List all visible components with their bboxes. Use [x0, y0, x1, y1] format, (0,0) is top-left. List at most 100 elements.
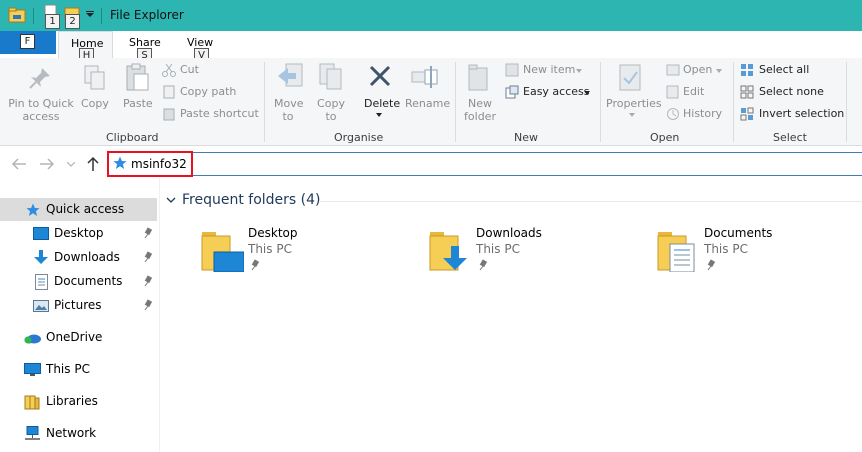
copy-path-icon: [163, 85, 175, 99]
forward-arrow-icon[interactable]: [39, 157, 55, 171]
cut-icon: [162, 63, 176, 77]
group-divider: [264, 62, 265, 142]
new-folder-icon: [468, 64, 488, 91]
easy-access-icon: [505, 85, 519, 99]
properties-button[interactable]: Properties: [606, 97, 662, 110]
ribbon-tab-row: F Home H Share S View V: [0, 31, 862, 63]
frequent-folders-header[interactable]: Frequent folders (4): [182, 192, 321, 208]
pin-icon: [707, 259, 716, 271]
pin-icon[interactable]: [143, 275, 153, 287]
keytip-qat1: 1: [45, 14, 60, 29]
group-divider: [846, 62, 847, 142]
pin-icon[interactable]: [143, 251, 153, 263]
open-group-label: Open: [650, 131, 680, 144]
sidebar-item-documents[interactable]: Documents: [0, 270, 157, 293]
cut-button[interactable]: Cut: [180, 63, 199, 76]
sidebar-item-network[interactable]: Network: [0, 422, 157, 445]
select-none-button[interactable]: Select none: [759, 85, 824, 98]
address-input[interactable]: msinfo32: [131, 157, 187, 171]
delete-button[interactable]: Delete: [364, 97, 400, 110]
edit-button[interactable]: Edit: [683, 85, 704, 98]
sidebar-item-this-pc[interactable]: This PC: [0, 358, 157, 381]
copy-path-button[interactable]: Copy path: [180, 85, 236, 98]
new-item-button[interactable]: New item: [523, 63, 575, 76]
new-folder-label-1: New: [468, 97, 492, 110]
rename-icon: [411, 66, 438, 88]
title-bar: 1 2 File Explorer: [0, 0, 862, 31]
new-folder-button[interactable]: New folder: [462, 97, 498, 123]
pin-to-quick-access-button[interactable]: Pin to Quick access: [8, 97, 74, 123]
tab-file[interactable]: F: [0, 31, 56, 54]
pin-icon[interactable]: [143, 227, 153, 239]
folder-name: Documents: [704, 226, 773, 240]
sidebar-item-libraries[interactable]: Libraries: [0, 390, 157, 413]
pin-icon: [29, 68, 50, 89]
easy-access-dropdown-icon[interactable]: [584, 91, 590, 95]
rename-button[interactable]: Rename: [405, 97, 450, 110]
clipboard-group-label: Clipboard: [106, 131, 159, 144]
open-button[interactable]: Open: [683, 63, 712, 76]
sidebar-item-label: Quick access: [46, 202, 125, 216]
new-item-icon: [505, 63, 519, 77]
pin-icon: [479, 259, 488, 271]
recent-locations-dropdown-icon[interactable]: [67, 162, 75, 167]
network-icon: [25, 426, 40, 440]
paste-shortcut-icon: [163, 108, 175, 121]
new-folder-label-2: folder: [464, 110, 496, 123]
history-icon: [667, 108, 679, 120]
folder-tile-documents[interactable]: Documents This PC: [656, 222, 856, 274]
invert-selection-button[interactable]: Invert selection: [759, 107, 844, 120]
folder-app-icon[interactable]: [8, 7, 26, 23]
copy-button[interactable]: Copy: [81, 97, 109, 110]
up-arrow-icon[interactable]: [86, 156, 100, 172]
paste-button[interactable]: Paste: [123, 97, 153, 110]
back-arrow-icon[interactable]: [11, 157, 27, 171]
open-dropdown-icon[interactable]: [716, 69, 722, 73]
folder-name: Downloads: [476, 226, 542, 240]
move-to-button[interactable]: Move to: [274, 97, 304, 123]
properties-dropdown-icon[interactable]: [629, 113, 635, 117]
select-all-button[interactable]: Select all: [759, 63, 809, 76]
sidebar-item-onedrive[interactable]: OneDrive: [0, 326, 157, 349]
copy-to-button[interactable]: Copy to: [316, 97, 346, 123]
this-pc-icon: [24, 363, 41, 376]
folder-tile-downloads[interactable]: Downloads This PC: [428, 222, 648, 274]
onedrive-cloud-icon: [24, 334, 41, 344]
sidebar-item-label: Desktop: [54, 226, 104, 240]
history-button[interactable]: History: [683, 107, 722, 120]
keytip-file: F: [20, 34, 35, 49]
sidebar-item-pictures[interactable]: Pictures: [0, 294, 157, 317]
delete-icon: [369, 65, 391, 87]
sidebar-item-quick-access[interactable]: Quick access: [0, 198, 157, 221]
paste-shortcut-button[interactable]: Paste shortcut: [180, 107, 259, 120]
copy-to-label-1: Copy: [317, 97, 345, 110]
qat-dropdown-icon[interactable]: [86, 11, 94, 17]
delete-dropdown-icon[interactable]: [376, 113, 382, 117]
folder-downloads-icon: [429, 232, 467, 271]
documents-icon: [35, 274, 48, 290]
sidebar-item-desktop[interactable]: Desktop: [0, 222, 157, 245]
chevron-down-icon[interactable]: [166, 195, 176, 205]
organise-group-label: Organise: [334, 131, 384, 144]
folder-tile-desktop[interactable]: Desktop This PC: [200, 222, 420, 274]
pin-icon[interactable]: [143, 299, 153, 311]
folder-location: This PC: [704, 242, 748, 256]
folder-name: Desktop: [248, 226, 298, 240]
move-to-label-1: Move: [274, 97, 304, 110]
pin-icon: [251, 259, 260, 271]
sidebar-item-downloads[interactable]: Downloads: [0, 246, 157, 269]
pictures-icon: [33, 300, 49, 312]
desktop-icon: [33, 227, 49, 240]
select-group-label: Select: [773, 131, 807, 144]
quick-access-star-icon: [113, 156, 127, 169]
sidebar-item-label: Downloads: [54, 250, 120, 264]
sidebar-item-label: This PC: [46, 362, 90, 376]
group-divider: [733, 62, 734, 142]
folder-desktop-icon: [201, 232, 244, 272]
group-divider: [600, 62, 601, 142]
pin-label-1: Pin to Quick: [8, 97, 74, 110]
easy-access-button[interactable]: Easy access: [523, 85, 590, 98]
address-bar[interactable]: [107, 152, 862, 176]
new-item-dropdown-icon[interactable]: [576, 69, 582, 73]
invert-selection-icon: [740, 107, 754, 121]
